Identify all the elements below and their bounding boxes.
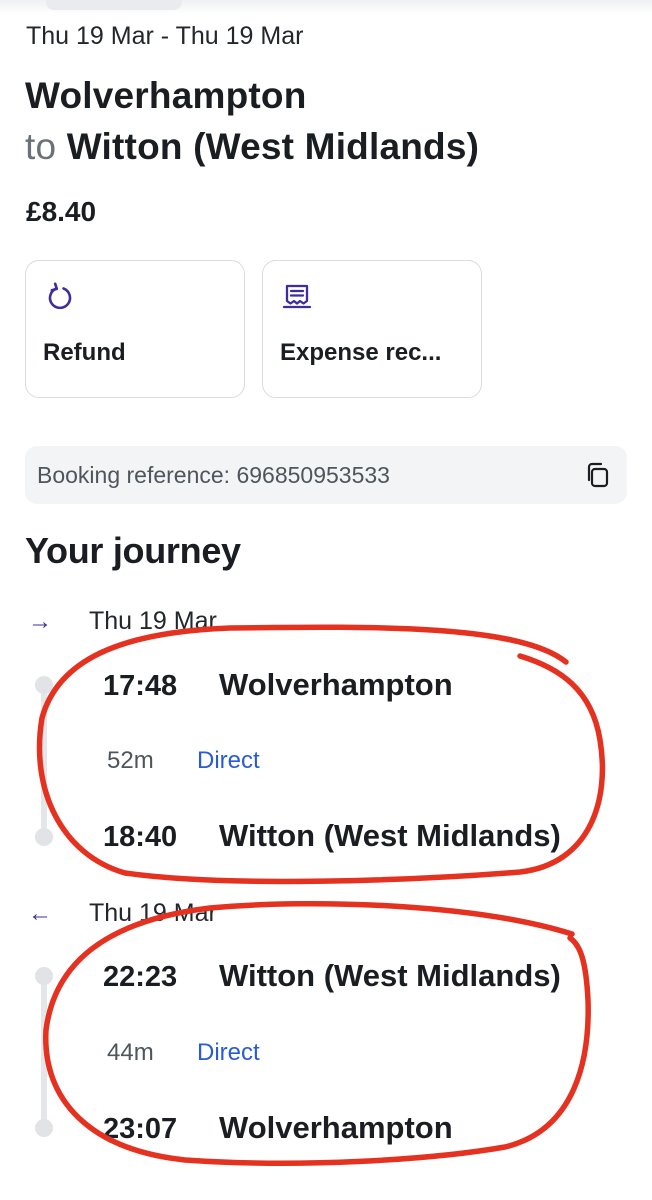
refund-icon: [48, 282, 72, 310]
booking-reference: Booking reference: 696850953533: [37, 462, 390, 488]
outbound-arrive-dot: [35, 828, 53, 846]
refund-button[interactable]: Refund: [25, 260, 245, 398]
outbound-duration: 52m: [107, 747, 154, 774]
return-depart-station: Witton (West Midlands): [219, 958, 561, 993]
outbound-timeline: [41, 684, 47, 836]
return-depart-dot: [35, 967, 53, 985]
booking-reference-bar: Booking reference: 696850953533: [25, 446, 627, 504]
outbound-date: Thu 19 Mar: [89, 607, 217, 635]
refund-label: Refund: [43, 339, 126, 366]
return-arrive-dot: [35, 1119, 53, 1137]
outbound-depart-dot: [35, 676, 53, 694]
receipt-icon: [282, 284, 312, 309]
destination-station: Witton (West Midlands): [66, 126, 480, 167]
outbound-arrive-station: Witton (West Midlands): [219, 818, 561, 853]
trip-dates: Thu 19 Mar - Thu 19 Mar: [26, 22, 304, 50]
outbound-depart-time: 17:48: [103, 670, 178, 702]
ticket-price: £8.40: [26, 196, 97, 227]
top-clipped-element: [46, 0, 182, 10]
origin-station: Wolverhampton: [25, 75, 307, 116]
return-arrow-icon: ←: [28, 900, 52, 927]
return-arrive-station: Wolverhampton: [219, 1110, 453, 1145]
return-arrive-time: 23:07: [103, 1113, 178, 1145]
route-title: Wolverhampton to Witton (West Midlands): [25, 70, 479, 172]
return-timeline: [41, 976, 47, 1128]
outbound-direct-link[interactable]: Direct: [197, 747, 260, 775]
destination-line: to Witton (West Midlands): [25, 121, 479, 172]
section-title: Your journey: [25, 530, 241, 571]
copy-icon[interactable]: [583, 460, 613, 490]
to-label: to: [25, 126, 57, 167]
expense-receipt-button[interactable]: Expense rec...: [262, 260, 482, 398]
outbound-depart-station: Wolverhampton: [219, 667, 453, 702]
return-direct-link[interactable]: Direct: [197, 1039, 260, 1067]
return-date: Thu 19 Mar: [89, 899, 217, 927]
outbound-arrow-icon: →: [28, 608, 52, 635]
return-depart-time: 22:23: [103, 961, 178, 993]
return-duration: 44m: [107, 1039, 154, 1066]
outbound-arrive-time: 18:40: [103, 821, 178, 853]
red-annotation-circles: [36, 624, 606, 1166]
expense-receipt-label: Expense rec...: [280, 339, 442, 366]
